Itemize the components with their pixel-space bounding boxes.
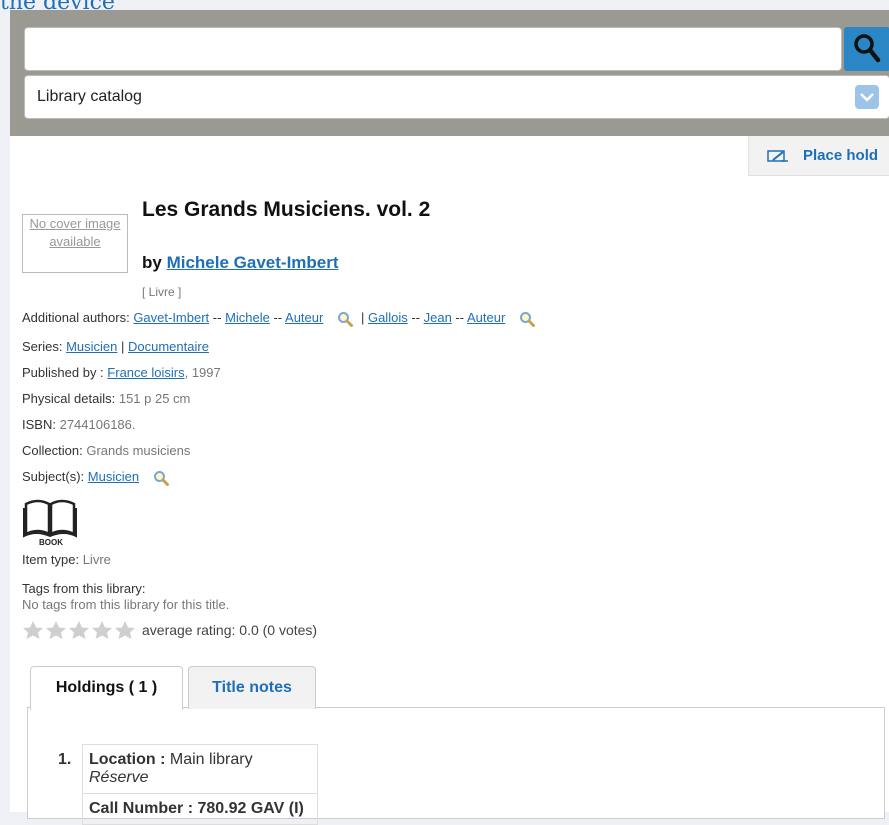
- record-type: [ Livre ]: [142, 285, 182, 299]
- publisher-link[interactable]: France loisirs: [107, 365, 184, 380]
- additional-authors-label: Additional authors:: [22, 310, 130, 325]
- place-hold-label: Place hold: [803, 147, 879, 164]
- series-link[interactable]: Documentaire: [128, 339, 209, 354]
- catalog-select[interactable]: Library catalog: [24, 75, 889, 119]
- chevron-down-icon: [855, 85, 879, 109]
- record-title: Les Grands Musiciens. vol. 2: [142, 198, 431, 221]
- subjects-row: Subject(s): Musicien: [22, 469, 177, 486]
- author-role-link[interactable]: Auteur: [285, 310, 323, 325]
- search-icon: [854, 34, 881, 63]
- star-icon: [69, 621, 89, 639]
- tab-holdings[interactable]: Holdings ( 1 ): [30, 666, 183, 710]
- item-type-row: Item type: Livre: [22, 552, 111, 567]
- physical-label: Physical details:: [22, 391, 116, 406]
- holding-location: Location : Main library Réserve: [82, 744, 318, 794]
- pencil-icon: [767, 150, 788, 162]
- place-hold-button[interactable]: Place hold: [748, 136, 889, 176]
- published-label: Published by :: [22, 365, 104, 380]
- tags-label: Tags from this library:: [22, 581, 146, 596]
- additional-authors-row: Additional authors: Gavet-Imbert -- Mich…: [22, 310, 543, 327]
- by-label: by: [142, 253, 162, 272]
- author-role-link[interactable]: Auteur: [467, 310, 505, 325]
- no-cover-image[interactable]: No cover image available: [22, 214, 128, 273]
- subject-link[interactable]: Musicien: [88, 469, 139, 484]
- location-label: Location :: [89, 751, 166, 768]
- table-row: Call Number : 780.92 GAV (I): [58, 793, 318, 825]
- tags-empty: No tags from this library for this title…: [22, 597, 230, 612]
- star-icon: [46, 621, 66, 639]
- author-link[interactable]: Gavet-Imbert: [133, 310, 209, 325]
- holdings-table: 1. Location : Main library Réserve Call …: [58, 744, 318, 825]
- search-bar: Library catalog: [10, 10, 889, 136]
- star-icon: [115, 621, 135, 639]
- author-first-link[interactable]: Jean: [424, 310, 452, 325]
- isbn-row: ISBN: 2744106186.: [22, 417, 136, 432]
- item-type-value: Livre: [82, 552, 111, 567]
- holding-call-number: Call Number : 780.92 GAV (I): [82, 793, 318, 825]
- author-first-link[interactable]: Michele: [225, 310, 270, 325]
- isbn-label: ISBN:: [22, 417, 56, 432]
- series-link[interactable]: Musicien: [66, 339, 117, 354]
- search-icon[interactable]: [153, 470, 169, 486]
- tab-title-notes[interactable]: Title notes: [188, 666, 316, 709]
- record-content: Place hold No cover image available Les …: [10, 136, 889, 825]
- star-icon: [23, 621, 43, 639]
- catalog-select-value: Library catalog: [37, 88, 142, 105]
- physical-value: 151 p 25 cm: [118, 391, 191, 406]
- collection-label: Collection:: [22, 443, 83, 458]
- search-icon[interactable]: [337, 311, 353, 327]
- collection-value: Grands musiciens: [86, 443, 191, 458]
- search-input[interactable]: [24, 27, 842, 71]
- isbn-value: 2744106186.: [59, 417, 136, 432]
- holding-number: 1.: [58, 744, 83, 794]
- search-icon[interactable]: [519, 311, 535, 327]
- collection-row: Collection: Grands musiciens: [22, 443, 190, 458]
- table-row: 1. Location : Main library Réserve: [58, 744, 318, 794]
- series-label: Series:: [22, 339, 63, 354]
- physical-row: Physical details: 151 p 25 cm: [22, 391, 190, 406]
- location-value: Main library: [169, 751, 253, 768]
- search-button[interactable]: [844, 27, 889, 71]
- author-link[interactable]: Gallois: [368, 310, 408, 325]
- rating-text: average rating: 0.0 (0 votes): [142, 622, 318, 638]
- publisher-row: Published by : France loisirs, 1997: [22, 365, 221, 380]
- subjects-label: Subject(s):: [22, 469, 85, 484]
- book-caption: BOOK: [39, 538, 63, 547]
- record-author: by Michele Gavet-Imbert: [142, 253, 339, 273]
- series-row: Series: Musicien | Documentaire: [22, 339, 209, 354]
- sublocation-value: Réserve: [89, 769, 149, 786]
- publication-year: , 1997: [184, 365, 221, 380]
- author-link[interactable]: Michele Gavet-Imbert: [167, 253, 339, 272]
- star-rating[interactable]: [22, 620, 138, 640]
- book-icon: [23, 499, 77, 538]
- item-type-label: Item type:: [22, 552, 80, 567]
- star-icon: [92, 621, 112, 639]
